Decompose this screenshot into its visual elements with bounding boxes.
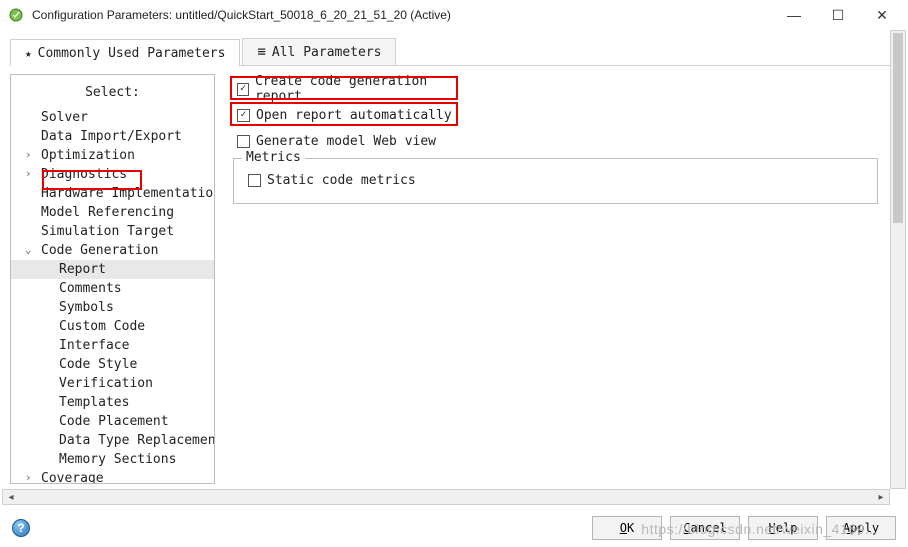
tree-item-interface[interactable]: Interface	[11, 336, 214, 355]
footer-bar: ? https://blog.csdn.net/weixin_4169... O…	[0, 509, 908, 547]
title-bar: Configuration Parameters: untitled/Quick…	[0, 0, 908, 30]
cancel-button[interactable]: Cancel	[670, 516, 740, 540]
help-icon[interactable]: ?	[12, 519, 30, 537]
checkbox-open-report-row[interactable]: Open report automatically	[233, 104, 461, 126]
tree-item-code-style[interactable]: Code Style	[11, 355, 214, 374]
tree-item-label: Data Import/Export	[41, 129, 182, 144]
tree-item-label: Model Referencing	[41, 205, 174, 220]
tree-item-data-import-export[interactable]: Data Import/Export	[11, 127, 214, 146]
tree-item-simulation-target[interactable]: Simulation Target	[11, 222, 214, 241]
star-icon: ★	[25, 47, 32, 60]
checkbox-create-report-row[interactable]: Create code generation report	[233, 78, 461, 100]
tree-item-label: Verification	[59, 376, 153, 391]
checkbox-label: Generate model Web view	[256, 134, 436, 149]
tree-item-label: Code Generation	[41, 243, 158, 258]
tab-label: Commonly Used Parameters	[38, 46, 226, 61]
tree-item-hardware-implementation[interactable]: Hardware Implementation	[11, 184, 214, 203]
tree-item-label: Coverage	[41, 471, 104, 484]
vertical-scrollbar[interactable]	[890, 30, 906, 489]
maximize-button[interactable]: ☐	[816, 1, 860, 29]
apply-button[interactable]: Apply	[826, 516, 896, 540]
help-button[interactable]: Help	[748, 516, 818, 540]
tree-item-label: Code Placement	[59, 414, 169, 429]
tree-item-label: Optimization	[41, 148, 135, 163]
chevron-right-icon: ›	[25, 471, 32, 484]
body: Select: Solver Data Import/Export › Optimiz…	[10, 74, 898, 484]
tree-item-symbols[interactable]: Symbols	[11, 298, 214, 317]
main-panel: Create code generation report Open repor…	[215, 74, 898, 484]
tab-commonly-used[interactable]: ★ Commonly Used Parameters	[10, 39, 240, 66]
checkbox-gen-web-row[interactable]: Generate model Web view	[233, 130, 898, 152]
tree-item-diagnostics[interactable]: › Diagnostics	[11, 165, 214, 184]
tab-label: All Parameters	[272, 45, 382, 60]
tree-item-optimization[interactable]: › Optimization	[11, 146, 214, 165]
tree-item-verification[interactable]: Verification	[11, 374, 214, 393]
tree-item-label: Solver	[41, 110, 88, 125]
tree-item-label: Diagnostics	[41, 167, 127, 182]
tree-item-coverage[interactable]: › Coverage	[11, 469, 214, 484]
metrics-legend: Metrics	[242, 150, 305, 165]
checkbox-create-report[interactable]	[237, 83, 249, 96]
tree-item-templates[interactable]: Templates	[11, 393, 214, 412]
ok-button[interactable]: OK	[592, 516, 662, 540]
tree-item-model-referencing[interactable]: Model Referencing	[11, 203, 214, 222]
sidebar-title: Select:	[11, 81, 214, 108]
tree-item-label: Comments	[59, 281, 122, 296]
list-icon: ≡	[257, 45, 265, 59]
tree-item-custom-code[interactable]: Custom Code	[11, 317, 214, 336]
chevron-right-icon: ›	[25, 167, 32, 180]
tree-item-solver[interactable]: Solver	[11, 108, 214, 127]
minimize-button[interactable]: —	[772, 1, 816, 29]
horizontal-scrollbar[interactable]: ◂ ▸	[2, 489, 890, 505]
tree-item-data-type-replacement[interactable]: Data Type Replacement	[11, 431, 214, 450]
tree-item-label: Symbols	[59, 300, 114, 315]
tree-item-label: Code Style	[59, 357, 137, 372]
window-title: Configuration Parameters: untitled/Quick…	[32, 8, 772, 22]
tree-item-label: Interface	[59, 338, 129, 353]
tree-item-comments[interactable]: Comments	[11, 279, 214, 298]
tree-item-code-placement[interactable]: Code Placement	[11, 412, 214, 431]
checkbox-static-metrics[interactable]	[248, 174, 261, 187]
tab-all-parameters[interactable]: ≡ All Parameters	[242, 38, 396, 65]
checkbox-open-report[interactable]	[237, 109, 250, 122]
chevron-down-icon: ⌄	[25, 243, 32, 256]
chevron-right-icon: ›	[25, 148, 32, 161]
tree-item-memory-sections[interactable]: Memory Sections	[11, 450, 214, 469]
tree-item-label: Simulation Target	[41, 224, 174, 239]
checkbox-label: Open report automatically	[256, 108, 452, 123]
app-icon	[8, 7, 24, 23]
tree-item-label: Templates	[59, 395, 129, 410]
tree-item-label: Hardware Implementation	[41, 186, 215, 201]
tree-item-label: Data Type Replacement	[59, 433, 215, 448]
metrics-group: Metrics Static code metrics	[233, 158, 878, 204]
tree-item-code-generation[interactable]: ⌄ Code Generation	[11, 241, 214, 260]
scroll-right-icon[interactable]: ▸	[873, 492, 889, 503]
checkbox-label: Create code generation report	[255, 74, 461, 104]
scroll-thumb[interactable]	[893, 33, 903, 223]
tree-item-report[interactable]: Report	[11, 260, 214, 279]
category-tree: Select: Solver Data Import/Export › Optimiz…	[10, 74, 215, 484]
close-button[interactable]: ✕	[860, 1, 904, 29]
tree-item-label: Report	[59, 262, 106, 277]
checkbox-static-metrics-row[interactable]: Static code metrics	[244, 169, 867, 191]
tree-item-label: Memory Sections	[59, 452, 176, 467]
checkbox-gen-web[interactable]	[237, 135, 250, 148]
checkbox-label: Static code metrics	[267, 173, 416, 188]
tab-strip: ★ Commonly Used Parameters ≡ All Paramet…	[10, 38, 898, 66]
tree-item-label: Custom Code	[59, 319, 145, 334]
scroll-left-icon[interactable]: ◂	[3, 492, 19, 503]
